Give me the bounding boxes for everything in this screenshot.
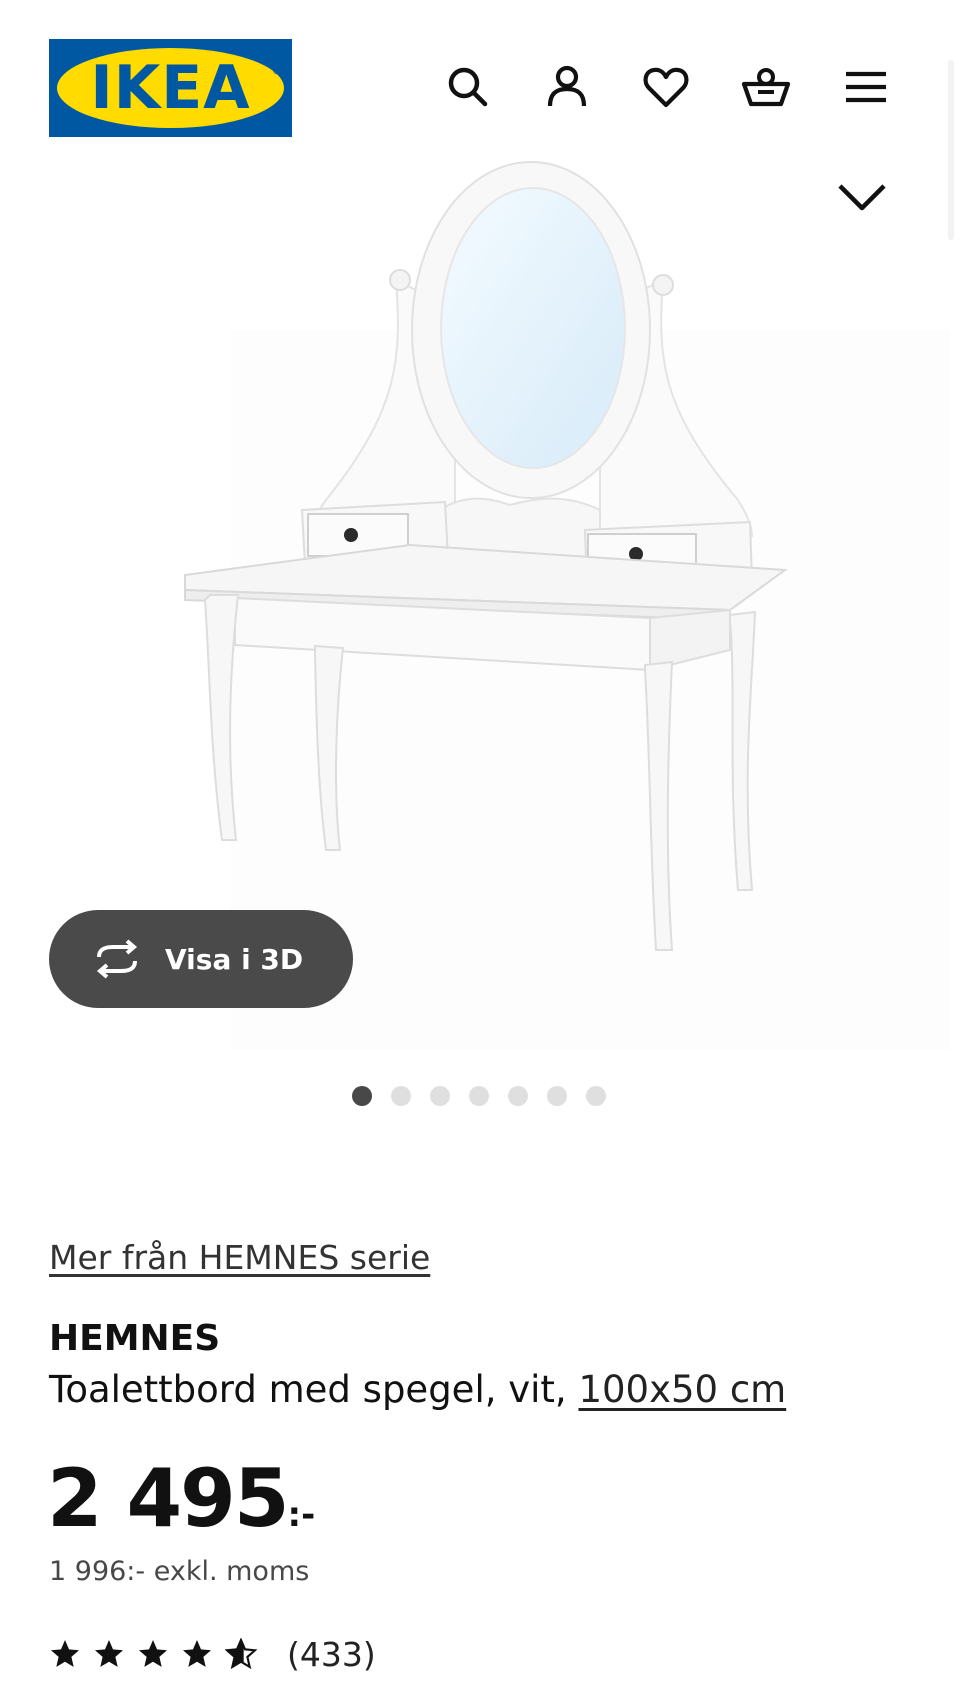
product-description: Toalettbord med spegel, vit, 100x50 cm [49, 1368, 786, 1411]
gallery-dot[interactable] [469, 1086, 489, 1106]
product-rating[interactable]: (433) [49, 1632, 376, 1676]
half-star-icon [225, 1638, 257, 1670]
product-price: 2 495:- [47, 1452, 315, 1545]
review-count[interactable]: (433) [287, 1635, 376, 1674]
view-3d-label: Visa i 3D [165, 942, 304, 976]
price-excl-vat: 1 996:- exkl. moms [49, 1556, 310, 1587]
view-3d-button[interactable]: Visa i 3D [49, 910, 353, 1008]
product-description-text: Toalettbord med spegel, vit, [49, 1368, 579, 1411]
logo-registered-mark: ® [273, 66, 281, 77]
ikea-logo[interactable]: IKEA ® [49, 39, 292, 137]
heart-icon[interactable] [641, 62, 691, 112]
menu-icon[interactable] [841, 62, 891, 112]
chevron-down-icon[interactable] [836, 178, 888, 218]
gallery-dot[interactable] [391, 1086, 411, 1106]
gallery-dot[interactable] [430, 1086, 450, 1106]
search-icon[interactable] [443, 62, 493, 112]
star-icon [95, 1640, 123, 1667]
logo-text: IKEA [90, 53, 251, 123]
product-name: HEMNES [49, 1318, 221, 1359]
price-main: 2 495 [47, 1452, 290, 1545]
series-link[interactable]: Mer från HEMNES serie [49, 1238, 430, 1277]
price-suffix: :- [287, 1495, 316, 1535]
account-icon[interactable] [542, 62, 592, 112]
gallery-pagination [352, 1086, 606, 1108]
header: IKEA ® [0, 0, 960, 240]
gallery-dot[interactable] [352, 1086, 372, 1106]
gallery-dot[interactable] [586, 1086, 606, 1106]
gallery-dot[interactable] [547, 1086, 567, 1106]
star-icon [183, 1640, 211, 1667]
star-icon [51, 1640, 79, 1667]
gallery-dot[interactable] [508, 1086, 528, 1106]
product-size-link[interactable]: 100x50 cm [578, 1368, 786, 1411]
basket-icon[interactable] [741, 62, 791, 112]
rotate-3d-icon [96, 939, 138, 979]
star-icon [139, 1640, 167, 1667]
